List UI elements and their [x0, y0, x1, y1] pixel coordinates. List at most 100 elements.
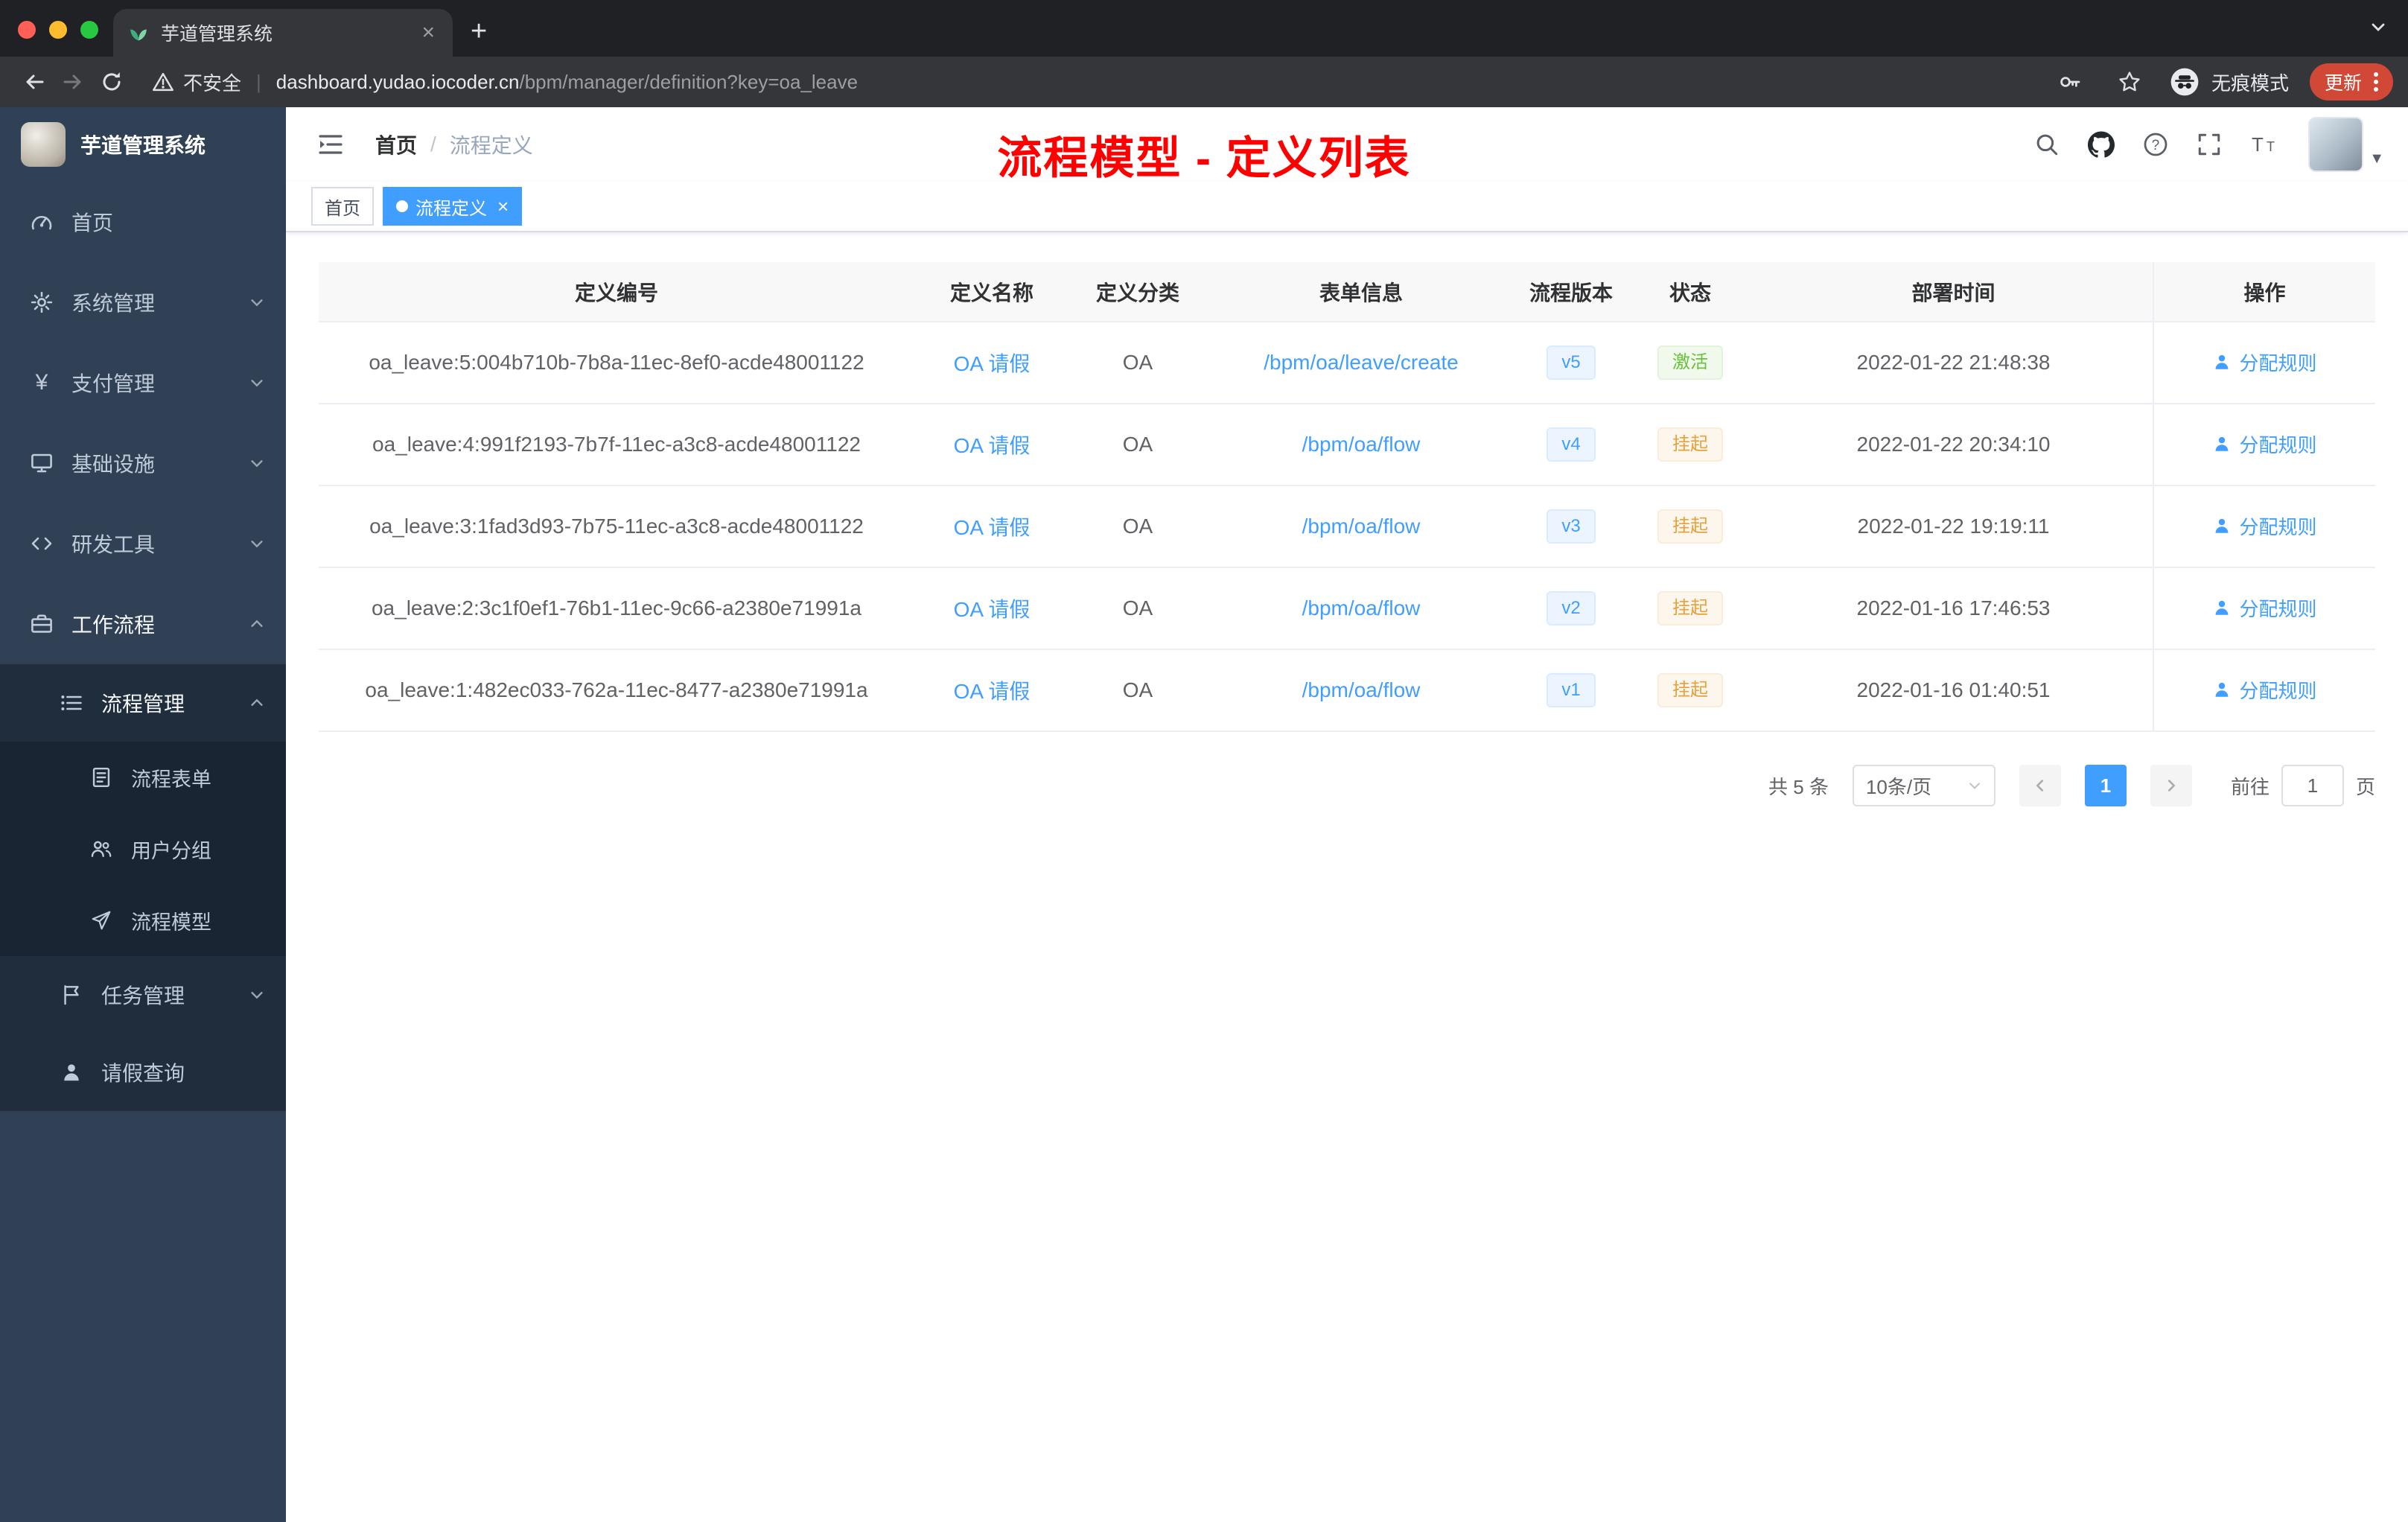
- definition-name-link[interactable]: OA 请假: [954, 434, 1031, 457]
- sidebar-item-system[interactable]: 系统管理: [0, 262, 286, 343]
- definition-table: 定义编号 定义名称 定义分类 表单信息 流程版本 状态 部署时间 操作 oa_l: [319, 262, 2375, 732]
- form-link[interactable]: /bpm/oa/flow: [1302, 433, 1421, 456]
- security-indicator[interactable]: 不安全: [152, 69, 241, 96]
- sidebar-item-label: 流程模型: [131, 911, 211, 934]
- kebab-menu-icon: [2374, 72, 2378, 92]
- chevron-down-icon: [249, 987, 265, 1003]
- flag-icon: [60, 983, 83, 1007]
- column-header-deploy-time: 部署时间: [1754, 262, 2153, 322]
- definition-name-link[interactable]: OA 请假: [954, 598, 1031, 621]
- sidebar-item-leave-query[interactable]: 请假查询: [0, 1034, 286, 1111]
- sidebar-item-workflow[interactable]: 工作流程: [0, 584, 286, 664]
- sidebar-item-infrastructure[interactable]: 基础设施: [0, 423, 286, 503]
- main-area: 首页 / 流程定义 ? T T ▼ 首页 流程定义 × 定义编号 定义名称 定义…: [286, 107, 2408, 1522]
- sidebar-item-payment[interactable]: ¥ 支付管理: [0, 343, 286, 423]
- browser-tab[interactable]: 芋道管理系统 ×: [113, 9, 453, 57]
- form-link[interactable]: /bpm/oa/leave/create: [1264, 351, 1459, 374]
- definition-name-link[interactable]: OA 请假: [954, 352, 1031, 375]
- github-icon[interactable]: [2088, 131, 2115, 158]
- sidebar-item-label: 流程表单: [131, 768, 211, 791]
- sidebar-toggle-icon[interactable]: [310, 130, 351, 159]
- cell-definition-id: oa_leave:1:482ec033-762a-11ec-8477-a2380…: [319, 649, 914, 732]
- sidebar-item-task-management[interactable]: 任务管理: [0, 956, 286, 1034]
- form-icon: [89, 765, 113, 789]
- tag-home[interactable]: 首页: [311, 187, 374, 226]
- assign-rule-link[interactable]: 分配规则: [2212, 430, 2317, 458]
- bookmark-star-icon[interactable]: [2110, 63, 2149, 101]
- breadcrumb-home[interactable]: 首页: [375, 130, 417, 159]
- sidebar: 芋道管理系统 首页 系统管理 ¥ 支付管理 基础设施 研发工具 工作流程 流程管…: [0, 107, 286, 1522]
- version-badge: v5: [1547, 346, 1596, 380]
- dev-tools-icon: [30, 532, 54, 555]
- window-controls: [0, 21, 113, 57]
- column-header-category: 定义分类: [1069, 262, 1206, 322]
- next-page-button[interactable]: [2150, 765, 2192, 806]
- assign-rule-link[interactable]: 分配规则: [2212, 348, 2317, 376]
- chevron-down-icon: [249, 294, 265, 311]
- form-link[interactable]: /bpm/oa/flow: [1302, 596, 1421, 620]
- active-dot: [396, 200, 408, 212]
- new-tab-button[interactable]: +: [453, 16, 505, 57]
- chevron-up-icon: [249, 695, 265, 711]
- table-row: oa_leave:4:991f2193-7b7f-11ec-a3c8-acde4…: [319, 404, 2375, 486]
- chevron-down-icon: [249, 455, 265, 471]
- incognito-badge: 无痕模式: [2170, 67, 2289, 97]
- sidebar-item-home[interactable]: 首页: [0, 182, 286, 262]
- sidebar-item-label: 支付管理: [71, 372, 156, 395]
- search-icon[interactable]: [2034, 132, 2060, 157]
- close-window-button[interactable]: [18, 21, 36, 39]
- maximize-window-button[interactable]: [80, 21, 98, 39]
- help-icon[interactable]: ?: [2143, 132, 2168, 157]
- user-menu[interactable]: ▼: [2308, 117, 2384, 172]
- minimize-window-button[interactable]: [49, 21, 67, 39]
- page-number-button[interactable]: 1: [2084, 765, 2127, 806]
- form-link[interactable]: /bpm/oa/flow: [1302, 515, 1421, 538]
- sidebar-item-label: 请假查询: [101, 1062, 185, 1085]
- caret-down-icon: ▼: [2369, 150, 2384, 167]
- forward-icon[interactable]: [54, 63, 92, 101]
- cell-deploy-time: 2022-01-22 19:19:11: [1754, 485, 2153, 568]
- tag-close-icon[interactable]: ×: [497, 197, 509, 216]
- key-icon[interactable]: [2051, 63, 2089, 101]
- app-shell: 芋道管理系统 首页 系统管理 ¥ 支付管理 基础设施 研发工具 工作流程 流程管…: [0, 107, 2408, 1522]
- tab-search-chevron-icon[interactable]: [2369, 18, 2387, 36]
- url-text[interactable]: dashboard.yudao.iocoder.cn/bpm/manager/d…: [276, 71, 858, 94]
- definition-name-link[interactable]: OA 请假: [954, 516, 1031, 539]
- back-icon[interactable]: [15, 63, 54, 101]
- assign-rule-link[interactable]: 分配规则: [2212, 676, 2317, 704]
- table-row: oa_leave:2:3c1f0ef1-76b1-11ec-9c66-a2380…: [319, 567, 2375, 650]
- form-link[interactable]: /bpm/oa/flow: [1302, 678, 1421, 701]
- tag-process-definition[interactable]: 流程定义 ×: [383, 187, 523, 226]
- sidebar-item-process-form[interactable]: 流程表单: [0, 742, 286, 813]
- send-icon: [89, 908, 113, 932]
- sidebar-item-label: 用户分组: [131, 839, 211, 862]
- tab-close-icon[interactable]: ×: [418, 22, 438, 44]
- url-host: dashboard.yudao.iocoder.cn: [275, 70, 520, 93]
- sidebar-item-dev-tools[interactable]: 研发工具: [0, 503, 286, 584]
- sidebar-item-process-management[interactable]: 流程管理: [0, 664, 286, 742]
- version-badge: v4: [1547, 427, 1596, 462]
- cell-category: OA: [1069, 649, 1206, 732]
- chevron-down-icon: [249, 375, 265, 391]
- font-size-icon[interactable]: TT: [2250, 132, 2280, 157]
- sidebar-item-process-model[interactable]: 流程模型: [0, 885, 286, 956]
- sidebar-item-label: 流程管理: [101, 692, 185, 716]
- sidebar-logo[interactable]: 芋道管理系统: [0, 107, 286, 182]
- sidebar-item-user-group[interactable]: 用户分组: [0, 813, 286, 885]
- column-header-name: 定义名称: [914, 262, 1069, 322]
- update-menu-button[interactable]: 更新: [2309, 63, 2393, 101]
- assign-rule-link[interactable]: 分配规则: [2212, 512, 2317, 540]
- definition-name-link[interactable]: OA 请假: [954, 680, 1031, 703]
- page-size-select[interactable]: 10条/页: [1852, 765, 1995, 806]
- prev-page-button[interactable]: [2019, 765, 2061, 806]
- svg-text:T: T: [2252, 133, 2264, 156]
- goto-page-input[interactable]: [2281, 765, 2344, 806]
- cell-definition-id: oa_leave:4:991f2193-7b7f-11ec-a3c8-acde4…: [319, 404, 914, 486]
- assign-rule-link[interactable]: 分配规则: [2212, 594, 2317, 622]
- fullscreen-icon[interactable]: [2197, 132, 2222, 157]
- sidebar-item-label: 基础设施: [71, 453, 156, 476]
- table-row: oa_leave:1:482ec033-762a-11ec-8477-a2380…: [319, 649, 2375, 732]
- status-badge: 挂起: [1657, 673, 1723, 707]
- user-icon: [2216, 683, 2229, 697]
- reload-icon[interactable]: [92, 63, 131, 101]
